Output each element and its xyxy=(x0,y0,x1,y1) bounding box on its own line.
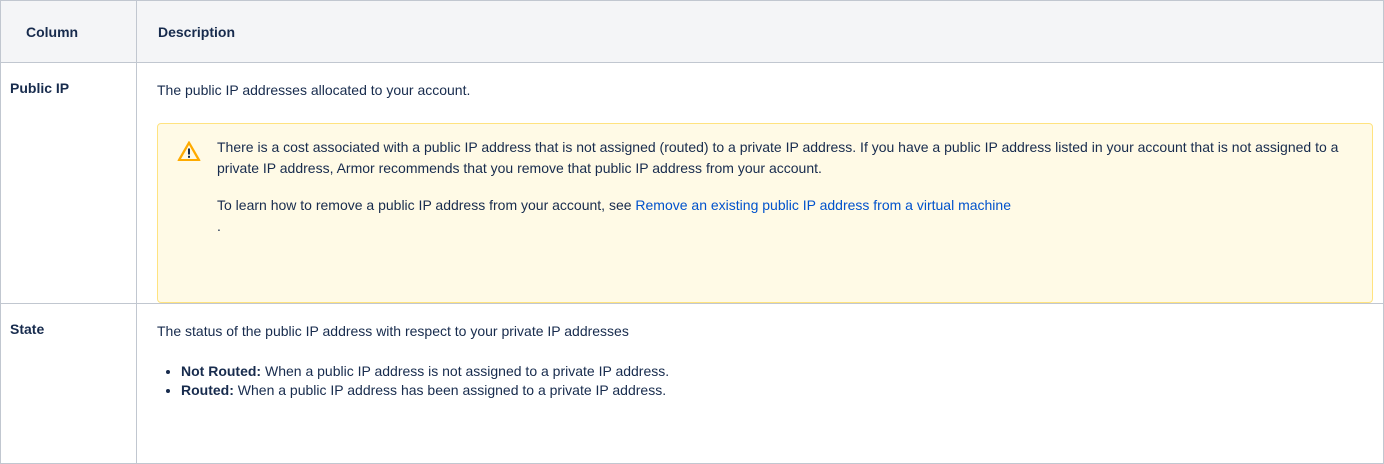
warning-link-suffix: . xyxy=(217,218,221,234)
warning-text: There is a cost associated with a public… xyxy=(217,139,1339,176)
list-item: Not Routed: When a public IP address is … xyxy=(181,362,1373,381)
warning-panel: There is a cost associated with a public… xyxy=(157,123,1373,303)
list-item: Routed: When a public IP address has bee… xyxy=(181,381,1373,400)
table-row: State The status of the public IP addres… xyxy=(0,303,1384,464)
doc-table: Column Description Public IP The public … xyxy=(0,0,1384,464)
row-description-cell: The public IP addresses allocated to you… xyxy=(136,62,1384,304)
row-description-cell: The status of the public IP address with… xyxy=(136,303,1384,464)
row-label-public-ip: Public IP xyxy=(0,62,137,304)
state-text: When a public IP address is not assigned… xyxy=(261,363,670,379)
column-header-column: Column xyxy=(0,0,137,63)
state-list: Not Routed: When a public IP address is … xyxy=(157,362,1373,400)
row-description: The public IP addresses allocated to you… xyxy=(157,82,471,98)
row-description: The status of the public IP address with… xyxy=(157,323,629,339)
table-row: Public IP The public IP addresses alloca… xyxy=(0,62,1384,304)
warning-link-prefix: To learn how to remove a public IP addre… xyxy=(217,197,636,213)
row-label-state: State xyxy=(0,303,137,464)
warning-link-paragraph: To learn how to remove a public IP addre… xyxy=(217,195,1352,237)
state-term: Routed: xyxy=(181,382,234,398)
table-header-row: Column Description xyxy=(0,0,1384,63)
remove-ip-link[interactable]: Remove an existing public IP address fro… xyxy=(635,197,1011,213)
state-text: When a public IP address has been assign… xyxy=(233,382,667,398)
warning-icon xyxy=(177,141,201,161)
column-header-description: Description xyxy=(136,0,1384,63)
state-term: Not Routed: xyxy=(181,363,262,379)
